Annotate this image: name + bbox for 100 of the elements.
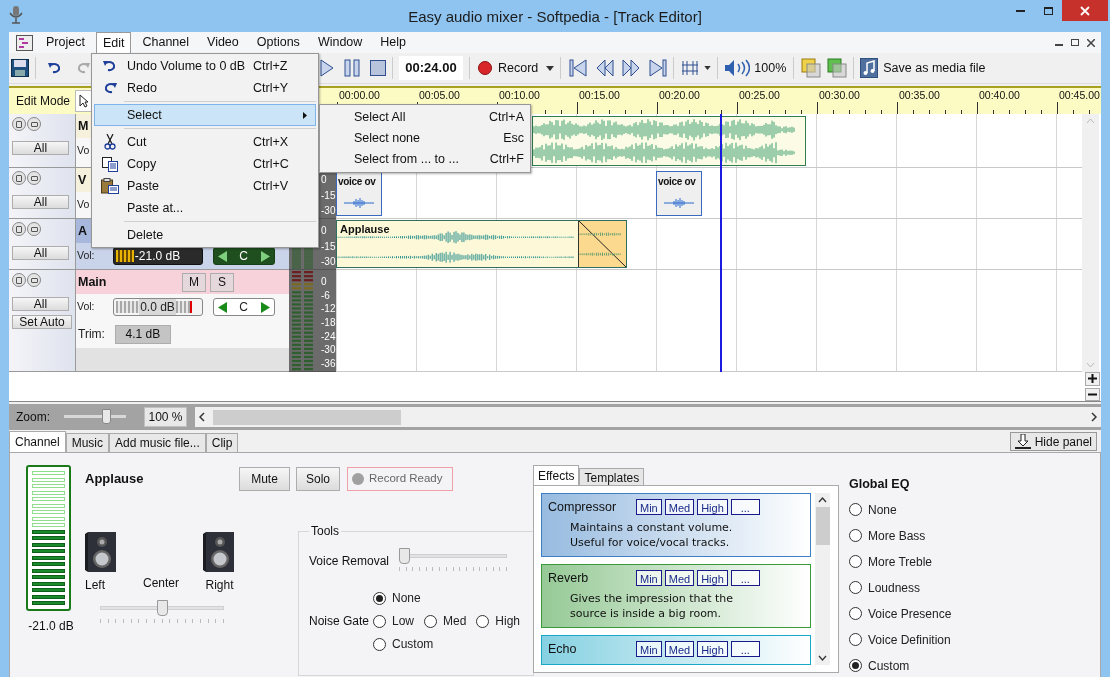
close-button[interactable] bbox=[1062, 0, 1108, 21]
collapse-button[interactable] bbox=[27, 222, 41, 236]
radio-button[interactable] bbox=[476, 614, 490, 628]
audio-clip[interactable]: Applause bbox=[336, 220, 627, 268]
preset-button[interactable]: ... bbox=[730, 641, 760, 657]
hide-panel-button[interactable]: Hide panel bbox=[1009, 432, 1097, 451]
preset-button[interactable]: Med bbox=[664, 499, 695, 515]
voice-clip[interactable]: voice ov bbox=[336, 171, 382, 216]
overlay-icon[interactable] bbox=[827, 58, 848, 78]
close-icon[interactable] bbox=[1087, 38, 1095, 47]
zoom-in-button[interactable] bbox=[1085, 372, 1100, 386]
solo-button[interactable]: S bbox=[210, 272, 234, 292]
undo-icon[interactable] bbox=[47, 62, 63, 74]
expand-button[interactable] bbox=[12, 273, 26, 287]
menu-item[interactable]: Paste Ctrl+V bbox=[94, 175, 316, 197]
left-arrow-icon[interactable] bbox=[217, 250, 227, 262]
speaker-icon[interactable] bbox=[724, 59, 751, 77]
radio-button[interactable] bbox=[849, 633, 862, 647]
menu-item[interactable]: Delete bbox=[94, 224, 316, 246]
tab[interactable]: Effects bbox=[533, 465, 580, 485]
menu-item[interactable]: Video bbox=[200, 32, 246, 53]
slider-thumb[interactable] bbox=[399, 548, 410, 564]
menu-item[interactable]: Undo Volume to 0 dB Ctrl+Z bbox=[94, 55, 316, 77]
menu-item[interactable]: Channel bbox=[135, 32, 197, 53]
app-menu-icon[interactable] bbox=[16, 34, 33, 51]
menu-item[interactable]: Project bbox=[39, 32, 92, 53]
record-ready-button[interactable]: Record Ready bbox=[347, 467, 453, 491]
radio-button[interactable] bbox=[849, 659, 862, 673]
preset-button[interactable]: ... bbox=[730, 570, 760, 586]
expand-button[interactable] bbox=[12, 171, 26, 185]
menu-item[interactable]: Paste at... bbox=[94, 197, 316, 219]
all-button[interactable]: All bbox=[12, 195, 69, 209]
collapse-button[interactable] bbox=[27, 117, 41, 131]
preset-button[interactable]: Min bbox=[636, 641, 662, 657]
restore-icon[interactable] bbox=[1071, 39, 1079, 46]
tab[interactable]: Add music file... bbox=[109, 433, 206, 452]
radio-button[interactable] bbox=[373, 591, 386, 605]
skip-to-start-icon[interactable] bbox=[569, 59, 588, 77]
collapse-button[interactable] bbox=[27, 273, 41, 287]
pan-slider[interactable] bbox=[100, 600, 224, 616]
preset-button[interactable]: Med bbox=[664, 570, 695, 586]
menu-item[interactable]: Options bbox=[249, 32, 307, 53]
solo-button[interactable]: Solo bbox=[296, 467, 340, 491]
set-auto-button[interactable]: Set Auto bbox=[12, 315, 72, 329]
menu-item[interactable]: Select bbox=[94, 104, 316, 126]
pause-icon[interactable] bbox=[344, 59, 360, 77]
mute-button[interactable]: Mute bbox=[239, 467, 290, 491]
expand-button[interactable] bbox=[12, 117, 26, 131]
slider-thumb[interactable] bbox=[156, 600, 168, 616]
grid-icon[interactable] bbox=[682, 61, 699, 75]
menu-item[interactable]: Select from ... to ... Ctrl+F bbox=[320, 149, 530, 170]
all-button[interactable]: All bbox=[12, 297, 69, 311]
slider-thumb[interactable] bbox=[102, 409, 112, 424]
preset-button[interactable]: High bbox=[697, 499, 728, 515]
caret-icon[interactable] bbox=[704, 66, 712, 70]
save-media-button[interactable]: Save as media file bbox=[860, 58, 986, 78]
horizontal-scrollbar[interactable] bbox=[195, 407, 1101, 427]
all-button[interactable]: All bbox=[12, 141, 69, 155]
vertical-scrollbar[interactable] bbox=[815, 493, 830, 665]
zoom-out-button[interactable] bbox=[1085, 387, 1100, 401]
radio-button[interactable] bbox=[373, 637, 386, 651]
zoom-slider[interactable] bbox=[64, 409, 126, 425]
effect-card[interactable]: Reverb Min Med High ... Gives the impression that the source is inside a big room. bbox=[541, 564, 811, 628]
trim-button[interactable]: 4.1 dB bbox=[114, 324, 171, 344]
audio-clip[interactable] bbox=[532, 116, 806, 166]
collapse-button[interactable] bbox=[27, 171, 41, 185]
tab[interactable]: Channel bbox=[9, 431, 66, 452]
menu-item[interactable]: Help bbox=[373, 32, 414, 53]
radio-button[interactable] bbox=[424, 614, 437, 628]
radio-button[interactable] bbox=[849, 607, 862, 621]
preset-button[interactable]: ... bbox=[730, 499, 760, 515]
menu-item[interactable]: Select none Esc bbox=[320, 128, 530, 149]
menu-item[interactable]: Edit bbox=[95, 32, 132, 53]
right-arrow-icon[interactable] bbox=[260, 250, 270, 262]
scrollbar-thumb[interactable] bbox=[213, 409, 401, 425]
voice-clip[interactable]: voice ov bbox=[656, 171, 702, 216]
menu-item[interactable]: Window bbox=[310, 32, 370, 53]
preset-button[interactable]: High bbox=[697, 570, 728, 586]
preset-button[interactable]: Min bbox=[636, 570, 662, 586]
radio-button[interactable] bbox=[373, 614, 386, 628]
skip-to-end-icon[interactable] bbox=[649, 59, 668, 77]
radio-button[interactable] bbox=[849, 555, 862, 569]
volume-slider[interactable]: 0.0 dB bbox=[112, 298, 203, 316]
radio-button[interactable] bbox=[849, 581, 862, 595]
menu-item[interactable]: Cut Ctrl+X bbox=[94, 131, 316, 153]
tab[interactable]: Templates bbox=[579, 468, 645, 485]
mute-button[interactable]: M bbox=[182, 272, 206, 292]
tab[interactable]: Clip bbox=[205, 433, 239, 452]
preset-button[interactable]: High bbox=[697, 641, 728, 657]
rewind-icon[interactable] bbox=[596, 59, 615, 77]
track-name-bar[interactable]: Main M S bbox=[76, 270, 289, 294]
record-button[interactable]: Record bbox=[476, 56, 541, 80]
tab[interactable]: Music bbox=[65, 433, 110, 452]
menu-item[interactable]: Copy Ctrl+C bbox=[94, 153, 316, 175]
effect-card[interactable]: Compressor Min Med High ... Maintains a constant volume. Useful for voice/vocal tracks. bbox=[541, 493, 811, 557]
stop-icon[interactable] bbox=[370, 60, 386, 76]
caret-icon[interactable] bbox=[546, 65, 555, 71]
menu-item[interactable]: Redo Ctrl+Y bbox=[94, 77, 316, 99]
effect-card[interactable]: Echo Min Med High ... bbox=[541, 635, 811, 665]
voice-removal-slider[interactable] bbox=[399, 548, 507, 564]
